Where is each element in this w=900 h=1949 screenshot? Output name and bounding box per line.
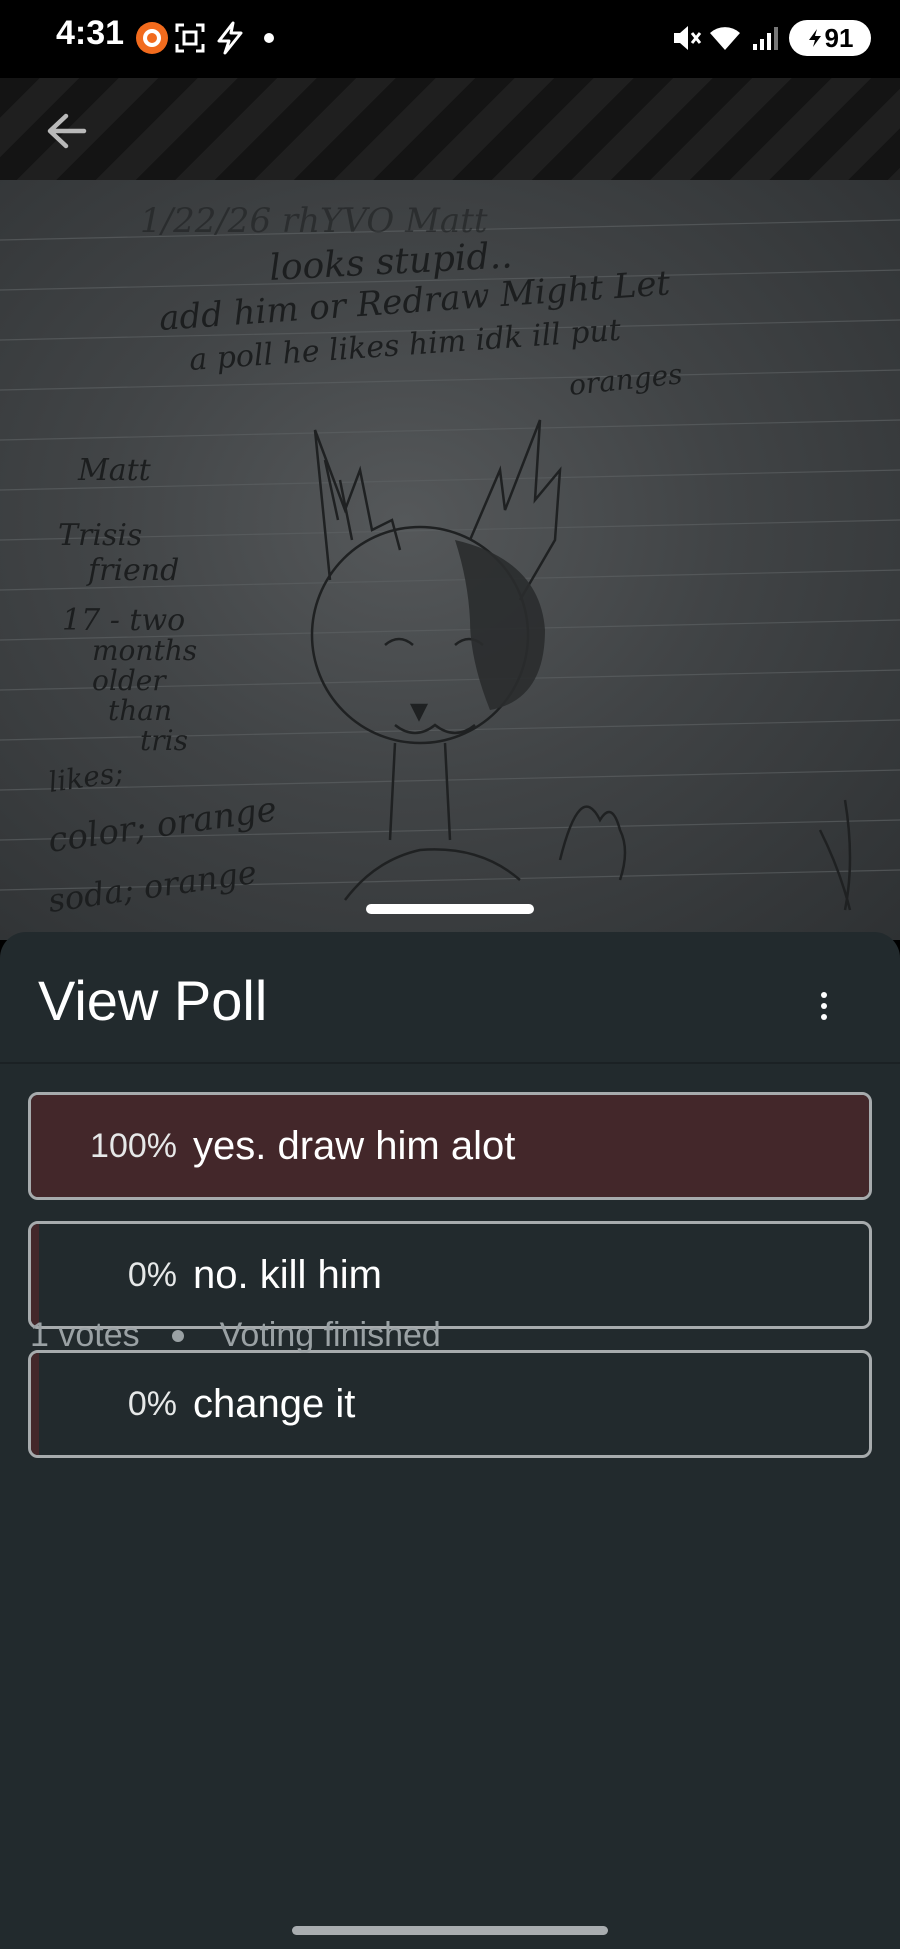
side-note: Trisis xyxy=(58,518,142,553)
sheet-header: View Poll xyxy=(0,932,900,1064)
battery-icon: 91 xyxy=(788,18,872,58)
poll-option[interactable]: 0% no. kill him xyxy=(28,1221,872,1329)
screenshot-icon xyxy=(172,18,208,58)
poll-option-percent: 0% xyxy=(127,1256,177,1294)
poll-option-label: no. kill him xyxy=(193,1253,382,1297)
poll-option-label: yes. draw him alot xyxy=(193,1124,516,1168)
vote-count: 1 votes xyxy=(30,1316,140,1354)
side-note: than xyxy=(108,694,172,727)
cat-drawing xyxy=(310,419,852,911)
side-note: tris xyxy=(140,724,188,757)
back-arrow-icon xyxy=(47,113,87,149)
page-title: View Poll xyxy=(38,969,268,1032)
more-options-button[interactable] xyxy=(800,982,848,1030)
app-notification-icon xyxy=(134,18,170,58)
sheet-drag-handle[interactable] xyxy=(366,904,534,914)
more-vertical-icon xyxy=(821,992,827,998)
poll-image[interactable]: 1/22/26 rhYVO Matt looks stupid.. add hi… xyxy=(0,180,900,940)
side-note: likes; xyxy=(46,756,125,799)
side-note: soda; orange xyxy=(46,853,259,920)
poll-sheet: View Poll 100% yes. draw him alot 0% no.… xyxy=(0,932,900,1949)
status-time: 4:31 xyxy=(56,14,125,52)
poll-option-label: change it xyxy=(193,1382,356,1426)
poll-options: 100% yes. draw him alot 0% no. kill him … xyxy=(28,1092,872,1479)
app-header xyxy=(0,78,900,180)
handwriting-line: 1/22/26 rhYVO Matt xyxy=(140,201,488,241)
signal-icon xyxy=(748,18,784,58)
mute-icon xyxy=(668,18,704,58)
side-note: Matt xyxy=(77,453,152,488)
status-bar: 4:31 91 xyxy=(0,0,900,78)
separator-dot-icon xyxy=(171,1329,184,1342)
side-note: 17 - two xyxy=(62,603,185,638)
poll-option-percent: 0% xyxy=(127,1385,177,1423)
poll-option[interactable]: 100% yes. draw him alot xyxy=(28,1092,872,1200)
side-note: older xyxy=(92,664,167,697)
side-note: color; orange xyxy=(46,789,279,861)
handwriting-line: oranges xyxy=(567,357,684,402)
side-note: months xyxy=(92,634,197,667)
wifi-icon xyxy=(706,18,744,58)
flash-icon xyxy=(212,18,248,58)
poll-meta: 1 votes Voting finished xyxy=(30,1316,441,1355)
sketch-image: 1/22/26 rhYVO Matt looks stupid.. add hi… xyxy=(0,201,900,920)
home-indicator[interactable] xyxy=(292,1926,608,1935)
poll-status: Voting finished xyxy=(219,1316,441,1354)
poll-option[interactable]: 0% change it xyxy=(28,1350,872,1458)
side-note: friend xyxy=(86,553,179,588)
battery-level: 91 xyxy=(824,22,854,53)
back-button[interactable] xyxy=(36,106,96,156)
poll-option-percent: 100% xyxy=(90,1127,177,1165)
dot-icon xyxy=(262,18,276,58)
